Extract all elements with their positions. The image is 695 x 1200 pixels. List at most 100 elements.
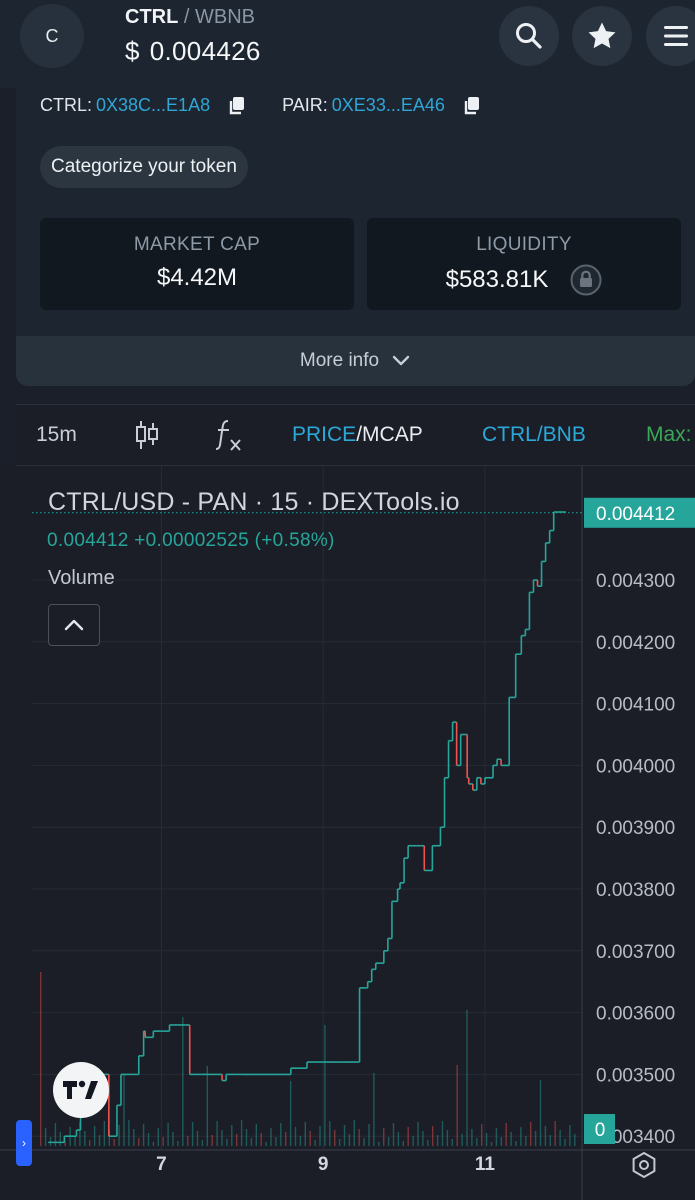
volume-bar <box>456 1065 458 1146</box>
interval-selector[interactable]: 15m <box>36 423 77 447</box>
volume-bar <box>417 1122 419 1146</box>
chevron-up-icon <box>64 619 84 631</box>
volume-bar <box>569 1125 571 1146</box>
volume-bar <box>309 1131 311 1146</box>
volume-bar <box>422 1131 424 1146</box>
y-tick-label: 0.003500 <box>596 1065 675 1086</box>
volume-bar <box>40 972 42 1146</box>
volume-bar <box>226 1139 228 1146</box>
indicators-button[interactable] <box>214 418 244 458</box>
copy-pair-address-icon[interactable] <box>463 96 481 116</box>
volume-bar <box>549 1135 551 1146</box>
mcap-toggle-label: MCAP <box>362 423 423 446</box>
volume-bar <box>368 1124 370 1146</box>
volume-bar <box>128 1120 130 1146</box>
volume-bar <box>245 1129 248 1146</box>
market-cap-value: $4.42M <box>156 264 238 291</box>
volume-bar <box>162 1137 164 1146</box>
side-panel-toggle[interactable]: › <box>16 1120 32 1166</box>
chart-legend-title: CTRL/USD - PAN · 15 · DEXTools.io <box>48 488 460 516</box>
volume-bar <box>260 1133 262 1146</box>
volume-bar <box>515 1141 517 1146</box>
volume-bar <box>182 1017 184 1146</box>
y-tick-label: 0.004300 <box>596 571 675 592</box>
volume-bar <box>520 1127 522 1146</box>
volume-bar <box>485 1133 488 1146</box>
max-range-button[interactable]: Max: <box>646 423 692 447</box>
quote-symbol: WBNB <box>195 6 256 28</box>
favorite-button[interactable] <box>572 6 632 66</box>
volume-bar <box>240 1120 243 1146</box>
volume-bar <box>471 1129 473 1146</box>
volume-bar <box>299 1136 302 1146</box>
volume-bar <box>138 1138 140 1146</box>
volume-bar <box>476 1138 478 1146</box>
candlestick-icon <box>136 421 158 449</box>
lock-icon[interactable] <box>570 264 602 296</box>
volume-bar <box>191 1122 194 1146</box>
menu-button[interactable] <box>646 6 695 66</box>
function-fx-icon <box>215 420 241 451</box>
volume-bar <box>539 1080 542 1146</box>
chart-settings-button[interactable] <box>630 1151 658 1184</box>
pair-address-label: PAIR: <box>282 94 328 115</box>
volume-bar <box>334 1130 336 1146</box>
chevron-right-icon: › <box>22 1136 26 1150</box>
y-tick-label: 0.003900 <box>596 818 675 839</box>
volume-bar <box>530 1122 532 1146</box>
volume-bar <box>59 1132 61 1146</box>
y-tick-label: 0.004200 <box>596 633 675 654</box>
chart-type-button[interactable] <box>134 419 160 457</box>
volume-bar <box>554 1121 556 1146</box>
price-chart[interactable]: 0.004300 0.004200 0.004100 0.004000 0.003900… <box>0 466 695 1200</box>
volume-bar <box>358 1129 360 1146</box>
token-address-link[interactable]: 0X38C...E1A8 <box>96 95 210 116</box>
volume-bar <box>407 1127 409 1146</box>
categorize-token-button[interactable]: Categorize your token <box>40 146 248 188</box>
volume-bar <box>147 1133 150 1146</box>
volume-bar <box>44 1128 47 1146</box>
volume-bar <box>432 1126 434 1146</box>
volume-bar <box>348 1134 351 1146</box>
collapse-legend-button[interactable] <box>48 604 100 646</box>
menu-icon <box>664 26 688 46</box>
copy-token-address-icon[interactable] <box>228 96 246 116</box>
tradingview-logo-icon <box>63 1080 98 1099</box>
y-tick-label: 0.004100 <box>596 695 675 716</box>
volume-bar <box>103 1121 106 1146</box>
token-avatar: C <box>20 4 84 68</box>
pair-address-link[interactable]: 0XE33...EA46 <box>332 95 445 116</box>
tradingview-logo[interactable] <box>53 1062 109 1118</box>
chart-toolbar: 15m PRICE/MCAP CTRL/BNB Max: <box>16 404 695 466</box>
volume-bar <box>275 1137 277 1146</box>
y-tick-label: 0.003800 <box>596 880 675 901</box>
volume-bar <box>353 1120 355 1146</box>
more-info-button[interactable]: More info <box>16 336 695 386</box>
pair-quote-toggle[interactable]: CTRL/BNB <box>482 423 586 447</box>
search-button[interactable] <box>499 6 559 66</box>
star-icon <box>588 22 616 49</box>
volume-bar <box>152 1142 155 1146</box>
volume-bar <box>201 1140 204 1146</box>
volume-bar <box>142 1124 145 1146</box>
volume-bar <box>505 1123 507 1146</box>
volume-bar <box>500 1137 502 1146</box>
volume-bar <box>446 1130 449 1146</box>
volume-bar <box>441 1121 444 1146</box>
volume-bar <box>93 1126 96 1146</box>
base-symbol: CTRL <box>125 6 179 28</box>
y-tick-label: 0.003700 <box>596 942 675 963</box>
settings-hex-icon <box>632 1151 656 1179</box>
volume-bar <box>564 1139 566 1146</box>
volume-bar <box>510 1132 512 1146</box>
volume-bar <box>319 1126 321 1146</box>
volume-bar <box>525 1136 527 1146</box>
volume-bar <box>118 1125 120 1146</box>
volume-bar <box>329 1121 331 1146</box>
y-tick-label: 0.004000 <box>596 756 675 777</box>
volume-bar <box>280 1123 282 1146</box>
volume-bar <box>250 1138 253 1146</box>
price-mcap-toggle[interactable]: PRICE/MCAP <box>292 423 423 447</box>
volume-bar <box>363 1138 365 1146</box>
volume-bar <box>461 1134 463 1146</box>
